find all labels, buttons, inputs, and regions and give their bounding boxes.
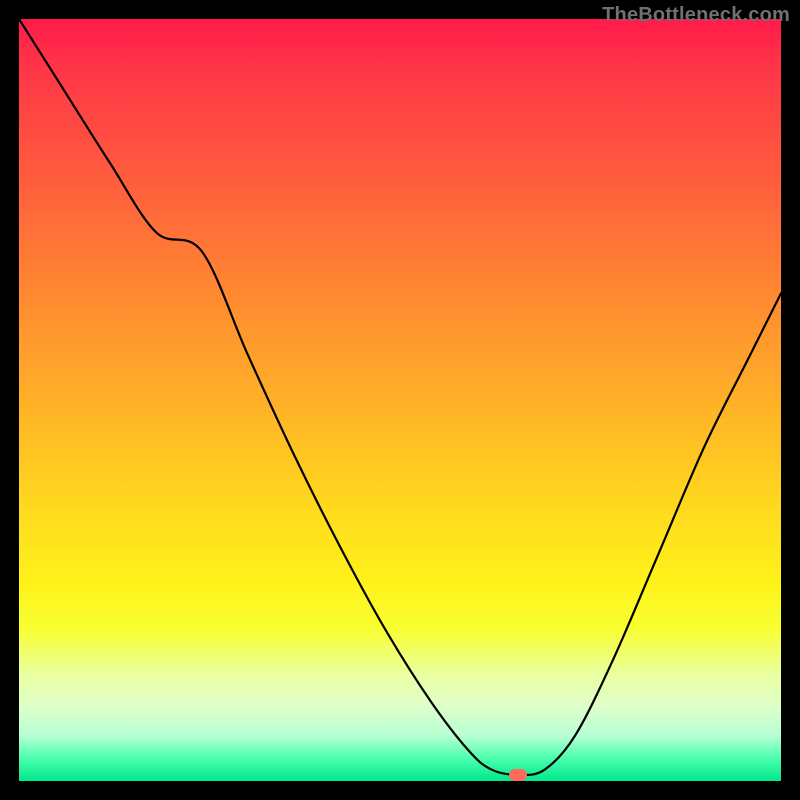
chart-stage: TheBottleneck.com <box>0 0 800 800</box>
bottleneck-curve <box>19 19 781 781</box>
plot-area <box>19 19 781 781</box>
watermark-text: TheBottleneck.com <box>602 4 790 27</box>
curve-path <box>19 19 781 775</box>
optimal-marker <box>509 769 527 781</box>
